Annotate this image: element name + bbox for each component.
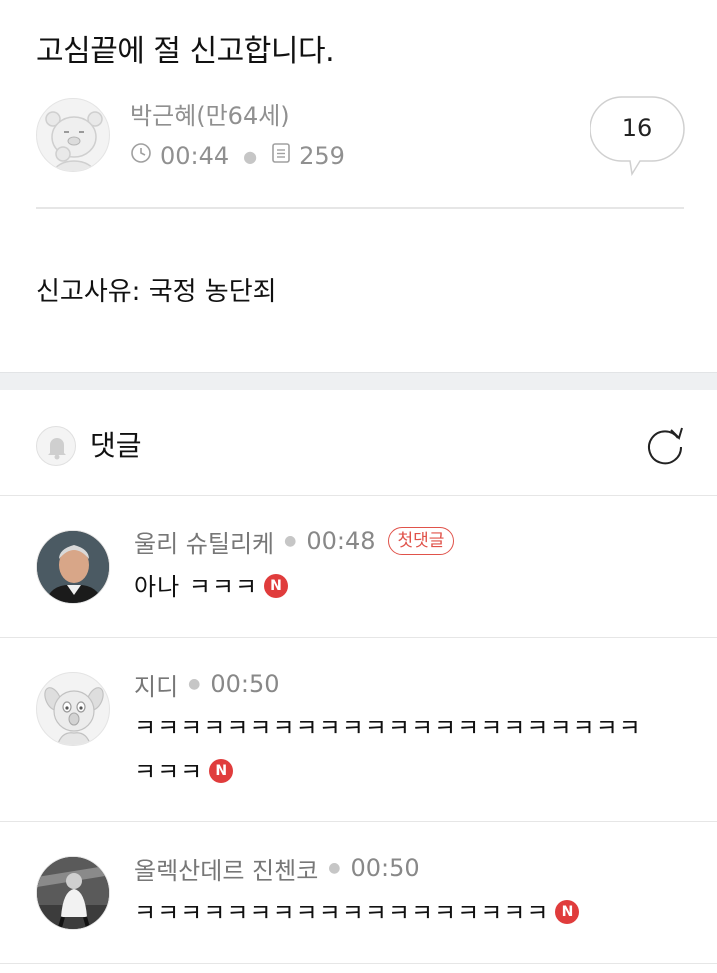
meta-separator: ● [328, 860, 341, 876]
commenter-avatar[interactable] [36, 856, 110, 930]
clock-icon [130, 142, 152, 170]
comment-header: 올렉산데르 진첸코 ● 00:50 [134, 851, 420, 885]
document-icon [271, 142, 291, 170]
notification-toggle[interactable] [36, 426, 76, 466]
comments-header: 댓글 [0, 390, 717, 496]
comment-text: ㅋㅋㅋㅋㅋㅋㅋㅋㅋㅋㅋㅋㅋㅋㅋㅋㅋㅋ [134, 899, 550, 927]
comment-item: 지디 ● 00:50 ㅋㅋㅋㅋㅋㅋㅋㅋㅋㅋㅋㅋㅋㅋㅋㅋㅋㅋㅋㅋㅋㅋㅋㅋㅋ N [0, 638, 717, 822]
post-views: 259 [299, 142, 345, 170]
section-separator [0, 372, 717, 390]
author-name[interactable]: 박근혜(만64세) [130, 100, 290, 132]
divider [36, 207, 684, 209]
post-title: 고심끝에 절 신고합니다. [36, 34, 335, 69]
comment-count-button[interactable]: 16 [590, 96, 686, 178]
refresh-button[interactable] [642, 422, 688, 468]
profile-photo [37, 531, 109, 603]
dog-character-icon [44, 687, 104, 745]
first-comment-badge: 첫댓글 [387, 527, 455, 555]
meta-separator: ● [188, 676, 201, 692]
post-meta: 00:44 ● 259 [130, 140, 345, 172]
author-avatar[interactable] [36, 98, 110, 172]
comment-time: 00:50 [350, 854, 420, 882]
post-body: 신고사유: 국정 농단죄 [36, 277, 277, 307]
comment-time: 00:50 [210, 670, 280, 698]
new-badge: N [209, 759, 234, 783]
comments-title: 댓글 [90, 429, 142, 462]
comment-header: 울리 슈틸리케 ● 00:48 첫댓글 [134, 524, 455, 559]
comment-text-row: ㅋㅋㅋㅋㅋㅋㅋㅋㅋㅋㅋㅋㅋㅋㅋㅋㅋㅋ N [134, 891, 674, 935]
new-badge: N [264, 574, 289, 598]
comment-time: 00:48 [306, 527, 376, 555]
profile-photo [37, 857, 109, 929]
commenter-avatar[interactable] [36, 672, 110, 746]
comment-author[interactable]: 올렉산데르 진첸코 [134, 851, 318, 886]
commenter-avatar[interactable] [36, 530, 110, 604]
comment-item: 울리 슈틸리케 ● 00:48 첫댓글 아나 ㅋㅋㅋ N [0, 496, 717, 638]
meta-separator: ● [284, 533, 297, 549]
post-header: 고심끝에 절 신고합니다. 박근혜(만64세) 00:44 ● 259 16 [0, 0, 717, 210]
refresh-icon [648, 427, 683, 465]
comment-text-row: 아나 ㅋㅋㅋ N [134, 565, 674, 609]
meta-separator: ● [243, 146, 258, 166]
comment-author[interactable]: 지디 [134, 667, 178, 702]
comment-author[interactable]: 울리 슈틸리케 [134, 524, 274, 559]
comment-item: 올렉산데르 진첸코 ● 00:50 ㅋㅋㅋㅋㅋㅋㅋㅋㅋㅋㅋㅋㅋㅋㅋㅋㅋㅋ N [0, 822, 717, 964]
new-badge: N [555, 900, 580, 924]
comment-header: 지디 ● 00:50 [134, 667, 280, 701]
bell-icon [48, 438, 66, 460]
bear-character-icon [45, 111, 103, 171]
comment-count: 16 [621, 114, 653, 142]
post-time: 00:44 [160, 142, 230, 170]
comment-text-row: ㅋㅋㅋㅋㅋㅋㅋㅋㅋㅋㅋㅋㅋㅋㅋㅋㅋㅋㅋㅋㅋㅋㅋㅋㅋ N [134, 706, 664, 794]
comment-text: 아나 ㅋㅋㅋ [134, 573, 259, 601]
